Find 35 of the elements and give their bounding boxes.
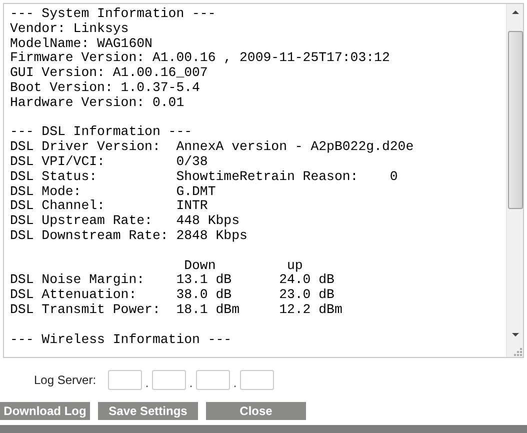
ip-octet-field[interactable]	[108, 370, 142, 390]
log-line: --- Wireless Information ---	[10, 332, 232, 348]
log-line: DSL Upstream Rate: 448 Kbps	[10, 214, 240, 229]
log-line: DSL Transmit Power: 18.1 dBm 12.2 dBm	[10, 302, 342, 318]
log-line: DSL Status: ShowtimeRetrain Reason: 0	[10, 170, 398, 185]
log-line: Vendor: Linksys	[10, 22, 129, 37]
ip-octet-field[interactable]	[240, 370, 274, 390]
log-server-label: Log Server:	[34, 372, 98, 389]
action-button[interactable]: Save Settings	[98, 402, 198, 420]
action-button[interactable]: Download Log	[0, 402, 90, 420]
log-text-area[interactable]	[3, 3, 524, 358]
log-line: Down up	[183, 258, 303, 274]
ip-separator: .	[188, 374, 194, 392]
scrollbar[interactable]	[506, 4, 523, 357]
log-line: Hardware Version: 0.01	[10, 96, 184, 111]
log-line: DSL Noise Margin: 13.1 dB 24.0 dB	[10, 273, 334, 288]
ip-octet-field[interactable]	[196, 370, 230, 390]
log-line: Firmware Version: A1.00.16 , 2009-11-25T17:03:12	[10, 51, 390, 66]
log-line: --- System Information ---	[10, 7, 216, 22]
log-line: GUI Version: A1.00.16_007	[10, 66, 208, 81]
scroll-thumb[interactable]	[508, 31, 523, 209]
ip-separator: .	[232, 374, 238, 392]
log-line: DSL VPI/VCI: 0/38	[10, 154, 208, 170]
resize-grip-icon[interactable]	[513, 347, 523, 357]
log-line: Boot Version: 1.0.37-5.4	[10, 80, 200, 96]
log-line: DSL Channel: INTR	[10, 199, 208, 214]
log-line: DSL Mode: G.DMT	[10, 184, 216, 200]
log-line: DSL Downstream Rate: 2848 Kbps	[10, 228, 248, 244]
action-button[interactable]: Close	[206, 402, 306, 420]
log-line: DSL Attenuation: 38.0 dB 23.0 dB	[10, 288, 334, 303]
ip-separator: .	[144, 374, 150, 392]
log-line: ModelName: WAG160N	[10, 36, 152, 52]
log-line: DSL Driver Version: AnnexA version - A2pB022g.d20e	[10, 140, 414, 155]
ip-octet-field[interactable]	[152, 370, 186, 390]
log-line: --- DSL Information ---	[10, 125, 192, 140]
